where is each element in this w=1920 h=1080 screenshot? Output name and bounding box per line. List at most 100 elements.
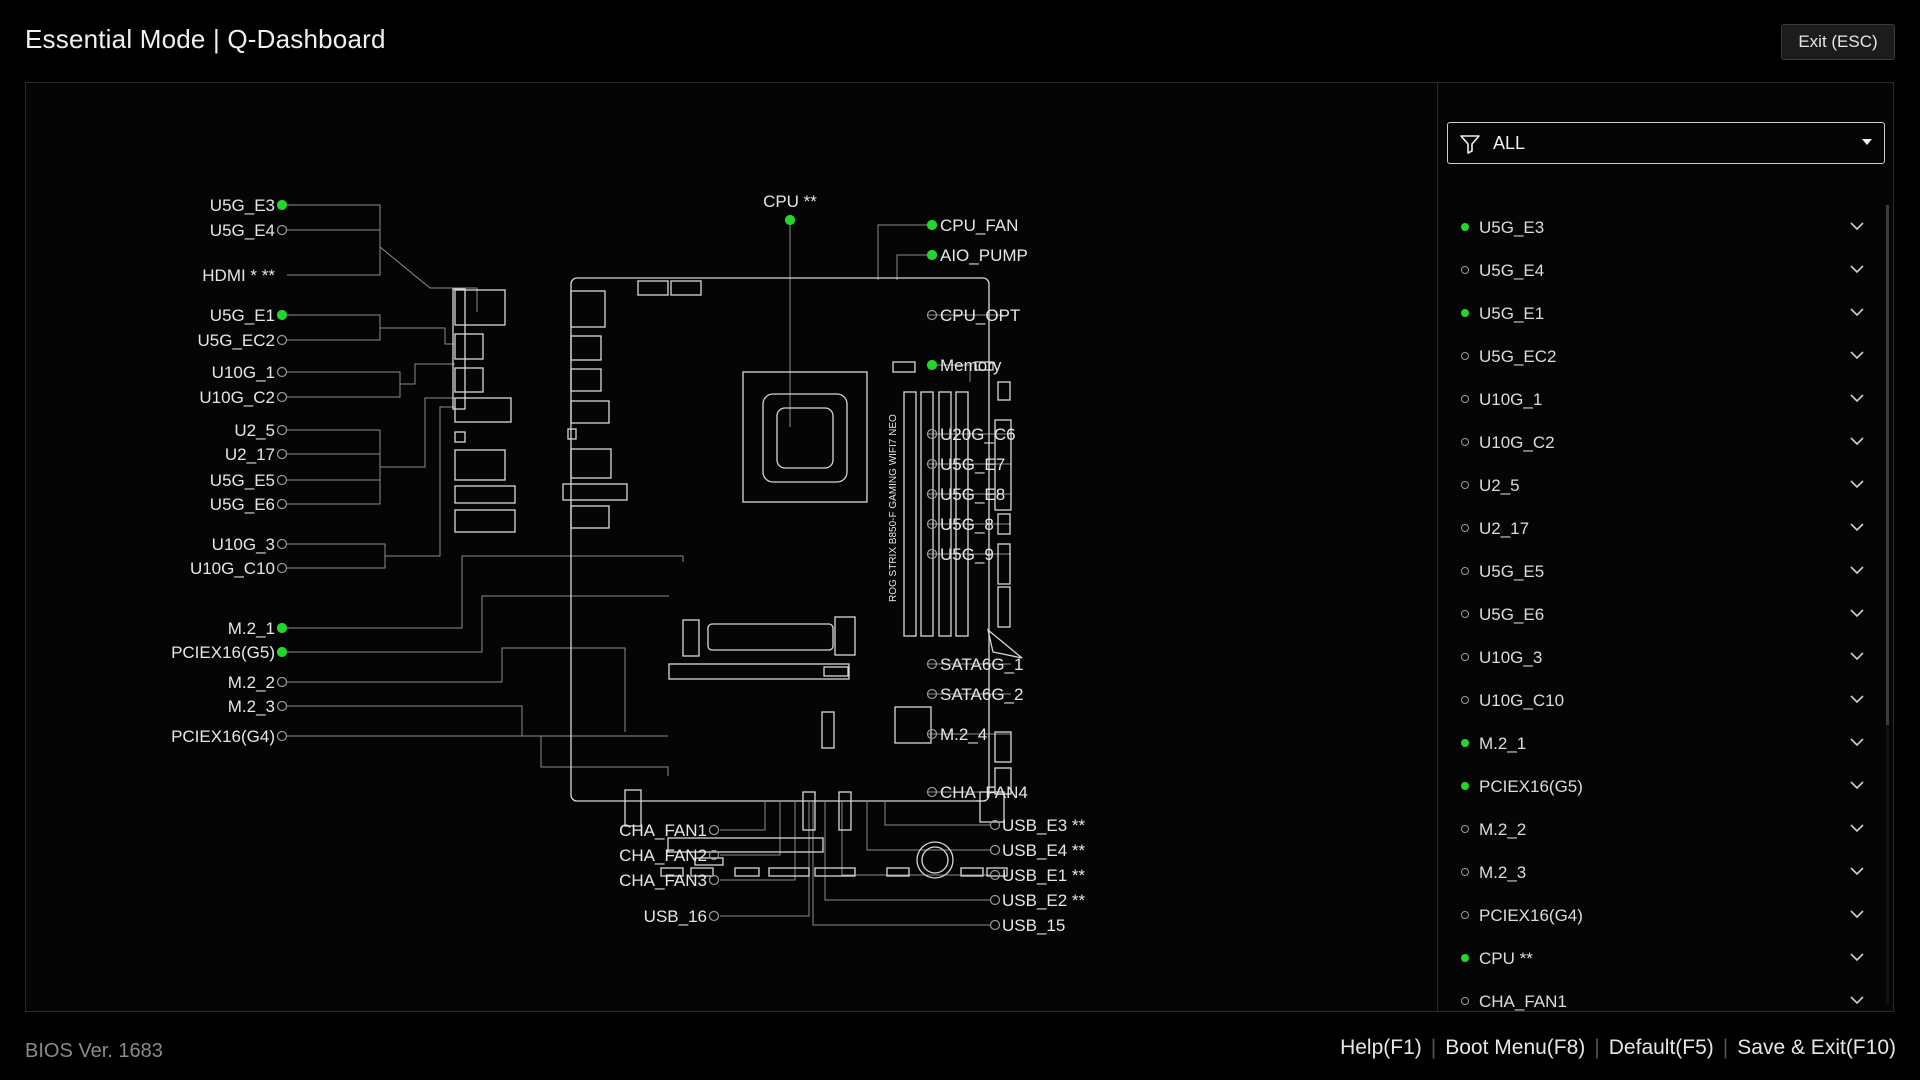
port-label-u5g-e1[interactable]: U5G_E1 bbox=[210, 306, 288, 325]
chevron-down-icon[interactable] bbox=[1849, 435, 1865, 447]
port-list-item[interactable]: U10G_3 bbox=[1447, 637, 1877, 680]
port-label-usb-e2[interactable]: USB_E2 ** bbox=[989, 891, 1086, 910]
port-label-cha-fan1[interactable]: CHA_FAN1 bbox=[619, 821, 720, 840]
chevron-down-icon[interactable] bbox=[1849, 220, 1865, 232]
port-label-usb-16[interactable]: USB_16 bbox=[644, 907, 720, 926]
chevron-down-icon[interactable] bbox=[1849, 392, 1865, 404]
exit-button[interactable]: Exit (ESC) bbox=[1781, 24, 1895, 60]
port-label-u10g-c10[interactable]: U10G_C10 bbox=[190, 559, 288, 578]
chevron-down-icon[interactable] bbox=[1849, 951, 1865, 963]
port-label-u5g-e4[interactable]: U5G_E4 bbox=[210, 221, 288, 240]
port-list-item[interactable]: U10G_C10 bbox=[1447, 680, 1877, 723]
scrollbar-thumb[interactable] bbox=[1886, 205, 1889, 725]
chevron-down-icon[interactable] bbox=[1849, 607, 1865, 619]
port-label-sata6g-2[interactable]: SATA6G_2 bbox=[926, 685, 1024, 704]
port-label-u2-17[interactable]: U2_17 bbox=[225, 445, 288, 464]
port-label-text: M.2_1 bbox=[228, 619, 275, 638]
port-label-pciex16-g5[interactable]: PCIEX16(G5) bbox=[171, 643, 288, 662]
port-label-u2-5[interactable]: U2_5 bbox=[234, 421, 288, 440]
chevron-down-icon[interactable] bbox=[1849, 693, 1865, 705]
port-label-m2-2[interactable]: M.2_2 bbox=[228, 673, 288, 692]
port-label-aio-pump[interactable]: AIO_PUMP bbox=[926, 246, 1028, 265]
port-label-pciex16-g4[interactable]: PCIEX16(G4) bbox=[171, 727, 288, 746]
port-label-hdmi[interactable]: HDMI * ** bbox=[202, 266, 275, 285]
port-list-item[interactable]: M.2_3 bbox=[1447, 852, 1877, 895]
port-label-cpu-opt[interactable]: CPU_OPT bbox=[926, 306, 1021, 325]
port-label-text: U5G_E5 bbox=[210, 471, 275, 490]
port-list-item[interactable]: U10G_C2 bbox=[1447, 422, 1877, 465]
port-label-text: U5G_E4 bbox=[210, 221, 275, 240]
port-label-text: CHA_FAN2 bbox=[619, 846, 707, 865]
chevron-down-icon[interactable] bbox=[1849, 521, 1865, 533]
port-label-m2-1[interactable]: M.2_1 bbox=[228, 619, 288, 638]
status-dot bbox=[1461, 309, 1469, 317]
chevron-down-icon[interactable] bbox=[1849, 822, 1865, 834]
status-dot bbox=[1461, 696, 1469, 704]
chevron-down-icon[interactable] bbox=[1849, 306, 1865, 318]
port-list-item[interactable]: U5G_E3 bbox=[1447, 207, 1877, 250]
port-list-item[interactable]: CPU ** bbox=[1447, 938, 1877, 981]
port-list-item[interactable]: U5G_EC2 bbox=[1447, 336, 1877, 379]
port-label-u5g-e5[interactable]: U5G_E5 bbox=[210, 471, 288, 490]
port-label-u5g-ec2[interactable]: U5G_EC2 bbox=[198, 331, 288, 350]
port-list-item[interactable]: U10G_1 bbox=[1447, 379, 1877, 422]
save-exit-button[interactable]: Save & Exit(F10) bbox=[1737, 1036, 1896, 1060]
port-label-usb-e3[interactable]: USB_E3 ** bbox=[989, 816, 1086, 835]
chevron-down-icon[interactable] bbox=[1849, 564, 1865, 576]
port-list-item[interactable]: U5G_E5 bbox=[1447, 551, 1877, 594]
port-label-u5g-e7[interactable]: U5G_E7 bbox=[926, 455, 1006, 474]
chevron-down-icon[interactable] bbox=[1849, 349, 1865, 361]
chevron-down-icon[interactable] bbox=[1849, 908, 1865, 920]
port-label-m2-4[interactable]: M.2_4 bbox=[926, 725, 988, 744]
usb-16-status-dot bbox=[708, 910, 720, 922]
port-label-u10g-3[interactable]: U10G_3 bbox=[212, 535, 288, 554]
port-label-cha-fan3[interactable]: CHA_FAN3 bbox=[619, 871, 720, 890]
port-label-cha-fan2[interactable]: CHA_FAN2 bbox=[619, 846, 720, 865]
port-list-item[interactable]: PCIEX16(G5) bbox=[1447, 766, 1877, 809]
u10g-3-status-dot bbox=[276, 538, 288, 550]
chevron-down-icon[interactable] bbox=[1849, 263, 1865, 275]
port-label-usb-e1[interactable]: USB_E1 ** bbox=[989, 866, 1086, 885]
port-list-item[interactable]: U5G_E4 bbox=[1447, 250, 1877, 293]
port-label-u5g-e3[interactable]: U5G_E3 bbox=[210, 196, 288, 215]
default-button[interactable]: Default(F5) bbox=[1609, 1036, 1714, 1060]
port-label-sata6g-1[interactable]: SATA6G_1 bbox=[926, 655, 1024, 674]
port-list-item[interactable]: M.2_2 bbox=[1447, 809, 1877, 852]
chevron-down-icon[interactable] bbox=[1849, 865, 1865, 877]
port-label-u5g-e6[interactable]: U5G_E6 bbox=[210, 495, 288, 514]
chevron-down-icon[interactable] bbox=[1849, 650, 1865, 662]
port-label-u20g-c6[interactable]: U20G_C6 bbox=[926, 425, 1016, 444]
port-list-label: U10G_1 bbox=[1479, 390, 1543, 409]
port-list-item[interactable]: U2_17 bbox=[1447, 508, 1877, 551]
port-label-cpu-fan[interactable]: CPU_FAN bbox=[926, 216, 1019, 235]
chevron-down-icon[interactable] bbox=[1849, 478, 1865, 490]
port-label-u5g-e8[interactable]: U5G_E8 bbox=[926, 485, 1006, 504]
port-list-item[interactable]: U5G_E6 bbox=[1447, 594, 1877, 637]
help-button[interactable]: Help(F1) bbox=[1340, 1036, 1422, 1060]
port-list-item[interactable]: M.2_1 bbox=[1447, 723, 1877, 766]
board-outline bbox=[452, 277, 1023, 879]
port-label-m2-3[interactable]: M.2_3 bbox=[228, 697, 288, 716]
u5g-ec2-status-dot bbox=[276, 334, 288, 346]
port-list-item[interactable]: CHA_FAN1 bbox=[1447, 981, 1877, 1012]
port-list-item[interactable]: U2_5 bbox=[1447, 465, 1877, 508]
port-label-text: CHA_FAN4 bbox=[940, 783, 1028, 802]
port-label-u10g-c2[interactable]: U10G_C2 bbox=[199, 388, 288, 407]
port-label-cpu[interactable]: CPU ** bbox=[763, 192, 817, 226]
chevron-down-icon[interactable] bbox=[1849, 779, 1865, 791]
port-label-cha-fan4[interactable]: CHA_FAN4 bbox=[926, 783, 1028, 802]
chevron-down-icon[interactable] bbox=[1849, 994, 1865, 1006]
cha-fan1-status-dot bbox=[708, 824, 720, 836]
port-label-usb-15[interactable]: USB_15 bbox=[989, 916, 1066, 935]
port-label-u10g-1[interactable]: U10G_1 bbox=[212, 363, 288, 382]
boot-menu-button[interactable]: Boot Menu(F8) bbox=[1445, 1036, 1585, 1060]
port-list-label: PCIEX16(G4) bbox=[1479, 906, 1583, 925]
port-label-text: PCIEX16(G4) bbox=[171, 727, 275, 746]
port-list-item[interactable]: U5G_E1 bbox=[1447, 293, 1877, 336]
chevron-down-icon[interactable] bbox=[1849, 736, 1865, 748]
port-list-item[interactable]: PCIEX16(G4) bbox=[1447, 895, 1877, 938]
filter-dropdown[interactable]: ALL bbox=[1447, 122, 1885, 164]
port-label-text: USB_16 bbox=[644, 907, 707, 926]
port-label-usb-e4[interactable]: USB_E4 ** bbox=[989, 841, 1086, 860]
list-scrollbar[interactable] bbox=[1886, 205, 1889, 1005]
